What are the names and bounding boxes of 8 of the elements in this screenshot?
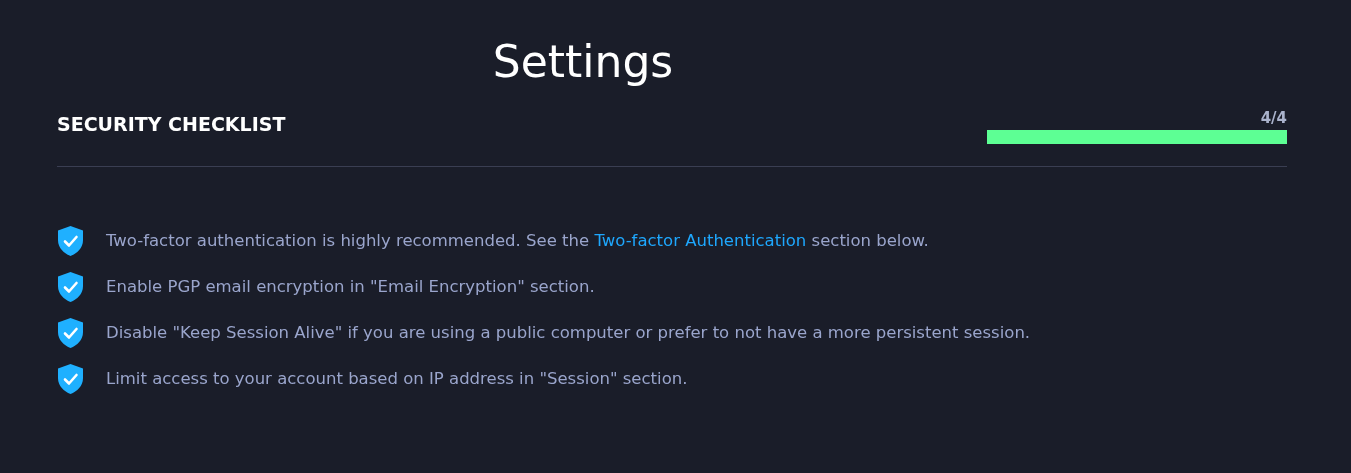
checklist-text: Two-factor authentication is highly recommended. See the Two-factor Authentication section below. [106, 229, 929, 252]
page-title: Settings [492, 35, 674, 89]
checklist-text: Disable "Keep Session Alive" if you are using a public computer or prefer to not have a more persistent session. [106, 321, 1031, 344]
progress-count: 4/4 [1260, 108, 1287, 128]
section-heading: SECURITY CHECKLIST [57, 111, 286, 137]
checklist-text: Limit access to your account based on IP address in "Session" section. [106, 367, 688, 390]
section-link[interactable]: Two-factor Authentication [594, 230, 807, 250]
checklist-text: Enable PGP email encryption in "Email Encryption" section. [106, 275, 595, 298]
